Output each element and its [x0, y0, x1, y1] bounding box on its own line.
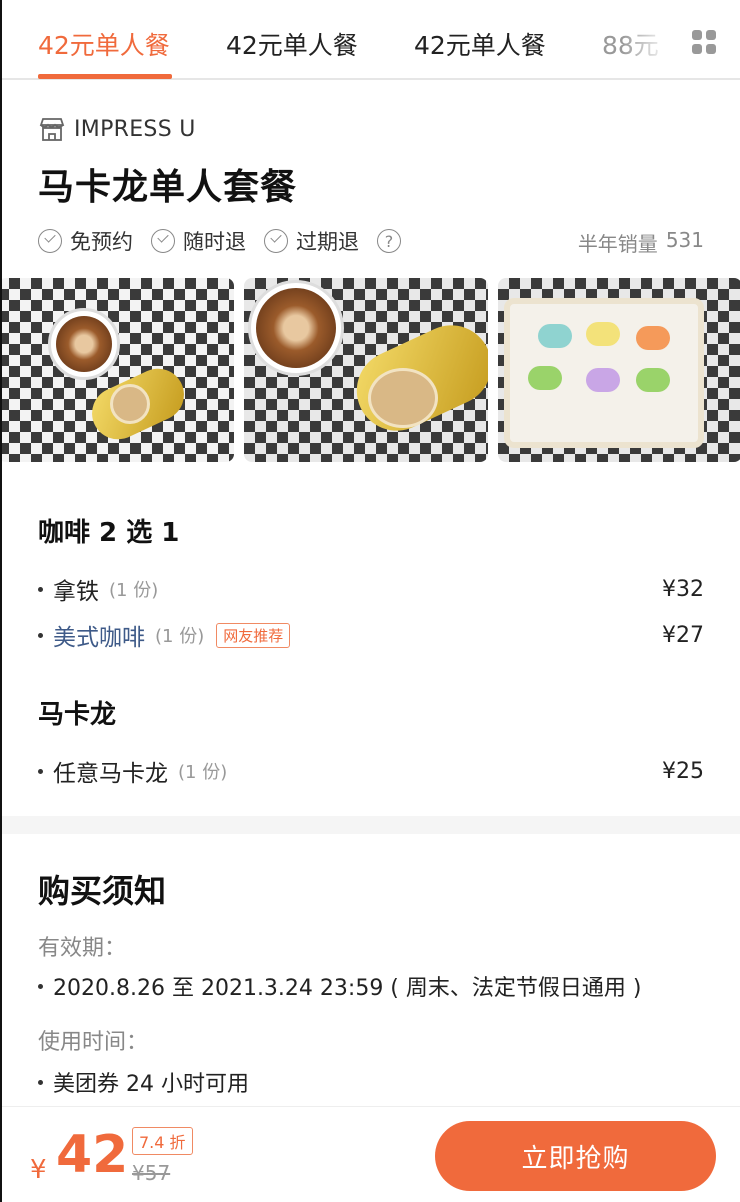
menu-item-latte: 拿铁 (1 份) ¥32	[38, 572, 704, 606]
menu-item-price: ¥25	[662, 758, 704, 784]
validity-label: 有效期：	[38, 936, 127, 961]
menu-section-coffee-title: 咖啡 2 选 1	[38, 518, 180, 548]
menu-item-price: ¥27	[662, 622, 704, 648]
usage-time-label: 使用时间：	[38, 1030, 149, 1055]
tab-fade	[622, 0, 682, 78]
validity-value: 2020.8.26 至 2021.3.24 23:59 ( 周末、法定节假日通用…	[38, 970, 641, 1002]
tag-refund-expired: 过期退	[264, 226, 359, 256]
discount-badge: 7.4 折	[132, 1127, 193, 1155]
tag-no-reservation: 免预约	[38, 226, 133, 256]
deal-tags: 免预约 随时退 过期退 ?	[38, 226, 401, 256]
menu-item-americano[interactable]: 美式咖啡 (1 份) 网友推荐 ¥27	[38, 618, 704, 652]
photo-macaron-tray[interactable]	[498, 278, 740, 462]
sales-volume: 半年销量 531	[577, 228, 704, 256]
section-divider	[2, 816, 740, 834]
tab-bar: 42元单人餐 42元单人餐 42元单人餐 88元	[2, 0, 740, 80]
check-circle-icon	[38, 229, 62, 253]
menu-item-price: ¥32	[662, 576, 704, 602]
photo-carousel[interactable]	[2, 278, 740, 462]
deal-title: 马卡龙单人套餐	[38, 167, 298, 208]
active-tab-indicator	[38, 74, 172, 79]
photo-latte-closeup[interactable]	[244, 278, 488, 462]
purchase-notice-title: 购买须知	[38, 872, 167, 910]
tab-42-single-meal-1[interactable]: 42元单人餐	[38, 26, 170, 62]
photo-latte-macaron[interactable]	[2, 278, 234, 462]
tab-42-single-meal-2[interactable]: 42元单人餐	[226, 26, 358, 62]
grid-menu-icon[interactable]	[692, 30, 716, 54]
menu-item-any-macaron: 任意马卡龙 (1 份) ¥25	[38, 754, 704, 788]
tag-refund-anytime: 随时退	[151, 226, 246, 256]
deal-price: 42	[56, 1125, 129, 1185]
help-icon[interactable]: ?	[377, 229, 401, 253]
bottom-purchase-bar: ¥ 42 7.4 折 ¥57 立即抢购	[2, 1106, 740, 1202]
recommended-badge: 网友推荐	[216, 622, 291, 648]
currency-symbol: ¥	[30, 1155, 47, 1185]
buy-now-button[interactable]: 立即抢购	[435, 1121, 716, 1191]
tab-42-single-meal-3[interactable]: 42元单人餐	[414, 26, 546, 62]
usage-time-value: 美团券 24 小时可用	[38, 1066, 249, 1098]
check-circle-icon	[151, 229, 175, 253]
shop-name: IMPRESS U	[74, 116, 196, 142]
shop-header[interactable]: IMPRESS U	[38, 114, 196, 144]
store-icon	[39, 118, 65, 141]
original-price: ¥57	[132, 1161, 171, 1185]
menu-section-macaron-title: 马卡龙	[38, 700, 117, 730]
check-circle-icon	[264, 229, 288, 253]
